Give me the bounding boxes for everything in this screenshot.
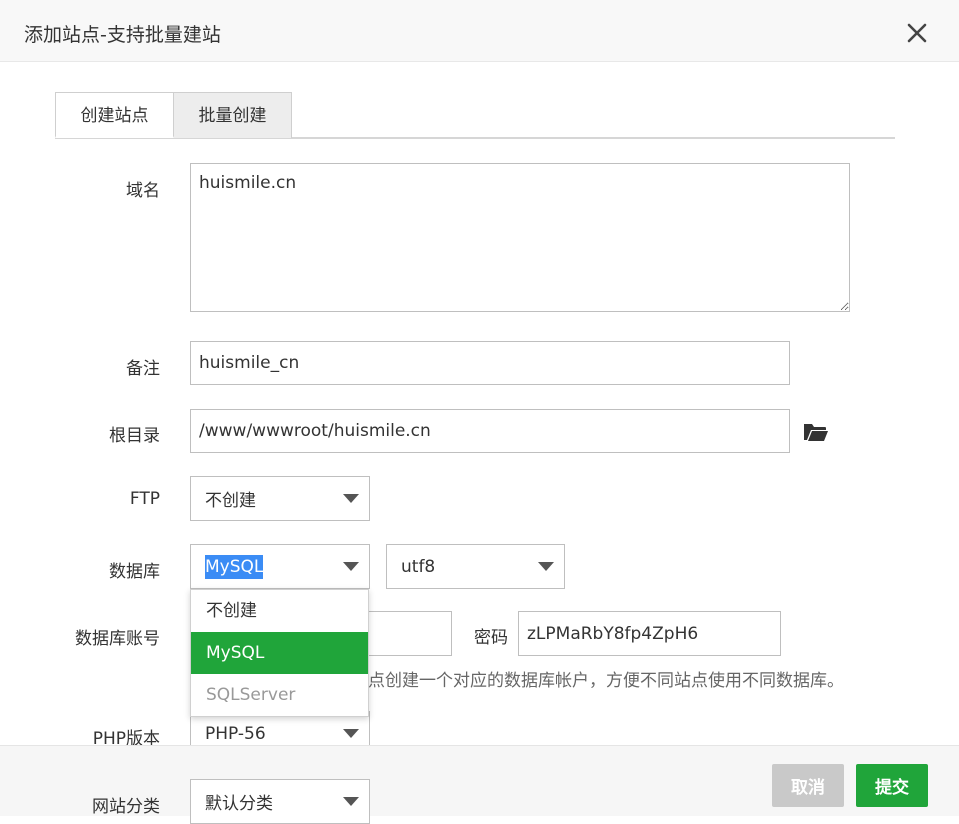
dialog-titlebar: 添加站点-支持批量建站 bbox=[0, 0, 959, 62]
ftp-select-value: 不创建 bbox=[205, 491, 256, 511]
domain-label: 域名 bbox=[126, 181, 160, 201]
dropdown-option-mysql[interactable]: MySQL bbox=[191, 632, 368, 674]
database-select[interactable]: MySQL bbox=[190, 544, 370, 589]
db-account-label: 数据库账号 bbox=[75, 629, 160, 649]
folder-open-icon[interactable] bbox=[803, 421, 829, 443]
db-password-input[interactable] bbox=[518, 611, 781, 656]
dropdown-option-sqlserver[interactable]: SQLServer bbox=[191, 674, 368, 716]
tab-create-site[interactable]: 创建站点 bbox=[55, 92, 174, 138]
chevron-down-icon bbox=[538, 561, 554, 571]
chevron-down-icon bbox=[343, 493, 359, 503]
remark-label: 备注 bbox=[126, 359, 160, 379]
ftp-label: FTP bbox=[129, 489, 160, 509]
dropdown-option-none[interactable]: 不创建 bbox=[191, 590, 368, 632]
cancel-button[interactable]: 取消 bbox=[772, 764, 844, 807]
chevron-down-icon bbox=[343, 728, 359, 738]
database-label: 数据库 bbox=[109, 562, 160, 582]
domain-textarea[interactable] bbox=[190, 163, 850, 312]
database-dropdown-menu: 不创建 MySQL SQLServer bbox=[190, 589, 369, 717]
db-hint-text: 点创建一个对应的数据库帐户，方便不同站点使用不同数据库。 bbox=[368, 671, 844, 691]
submit-button[interactable]: 提交 bbox=[856, 764, 928, 807]
tab-batch-create[interactable]: 批量创建 bbox=[173, 92, 292, 138]
root-dir-label: 根目录 bbox=[109, 426, 160, 446]
site-category-select[interactable]: 默认分类 bbox=[190, 779, 370, 824]
close-icon[interactable] bbox=[902, 18, 932, 48]
chevron-down-icon bbox=[343, 561, 359, 571]
chevron-down-icon bbox=[343, 796, 359, 806]
remark-input[interactable] bbox=[190, 341, 790, 385]
charset-select[interactable]: utf8 bbox=[386, 544, 565, 589]
db-password-label: 密码 bbox=[474, 628, 508, 648]
dialog-title: 添加站点-支持批量建站 bbox=[24, 24, 221, 46]
ftp-select[interactable]: 不创建 bbox=[190, 476, 370, 521]
site-category-label: 网站分类 bbox=[92, 797, 160, 817]
database-select-value: MySQL bbox=[205, 554, 264, 579]
charset-select-value: utf8 bbox=[401, 556, 436, 577]
site-category-value: 默认分类 bbox=[205, 794, 273, 814]
root-dir-input[interactable] bbox=[190, 409, 790, 453]
php-version-value: PHP-56 bbox=[205, 723, 266, 744]
